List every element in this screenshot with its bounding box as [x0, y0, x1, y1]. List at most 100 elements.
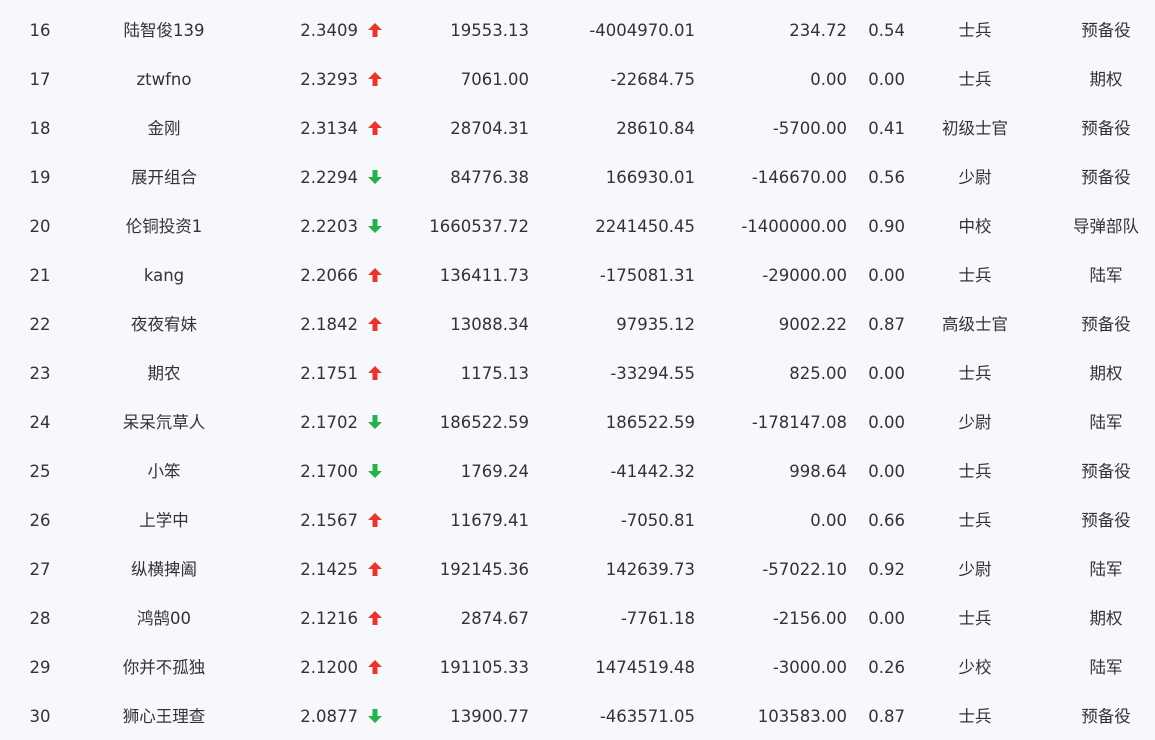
ratio-cell: 0.41: [868, 119, 905, 138]
level-cell: 少尉: [958, 560, 992, 579]
value1-cell: 192145.36: [439, 560, 529, 579]
table-row[interactable]: 22 夜夜宥妹 2.1842 13088.34 97935.12 9002.22 0.87 高…: [0, 300, 1155, 349]
table-row[interactable]: 25 小笨 2.1700 1769.24 -41442.32 998.64 0.00 士兵 预备…: [0, 447, 1155, 496]
level-cell: 士兵: [958, 707, 992, 726]
value2-cell: -463571.05: [599, 707, 695, 726]
ratio-cell: 0.54: [868, 21, 905, 40]
value3-cell: 234.72: [789, 21, 847, 40]
value1-cell: 11679.41: [450, 511, 529, 530]
value1-cell: 84776.38: [450, 168, 529, 187]
value2-cell: 2241450.45: [595, 217, 695, 236]
score-cell: 2.1751: [300, 364, 358, 383]
level-cell: 士兵: [958, 70, 992, 89]
score-cell: 2.1842: [300, 315, 358, 334]
name-cell: 夜夜宥妹: [131, 315, 197, 334]
table-row[interactable]: 26 上学中 2.1567 11679.41 -7050.81 0.00 0.66 士兵 预备役: [0, 496, 1155, 545]
value3-cell: -29000.00: [762, 266, 847, 285]
value2-cell: -41442.32: [610, 462, 695, 481]
value1-cell: 186522.59: [439, 413, 529, 432]
table-row[interactable]: 19 展开组合 2.2294 84776.38 166930.01 -146670.00 0…: [0, 153, 1155, 202]
level-cell: 少校: [958, 658, 992, 677]
table-row[interactable]: 23 期农 2.1751 1175.13 -33294.55 825.00 0.00 士兵 期权: [0, 349, 1155, 398]
team-cell: 预备役: [1081, 315, 1131, 334]
table-row[interactable]: 30 狮心王理查 2.0877 13900.77 -463571.05 103583.00…: [0, 692, 1155, 740]
value1-cell: 28704.31: [450, 119, 529, 138]
value3-cell: 0.00: [810, 511, 847, 530]
ratio-cell: 0.00: [868, 364, 905, 383]
value2-cell: 142639.73: [605, 560, 695, 579]
level-cell: 士兵: [958, 266, 992, 285]
rank-cell: 30: [29, 707, 51, 726]
value2-cell: -33294.55: [610, 364, 695, 383]
rank-cell: 20: [29, 217, 51, 236]
table-row[interactable]: 29 你并不孤独 2.1200 191105.33 1474519.48 -3000.00…: [0, 643, 1155, 692]
score-cell: 2.3293: [300, 70, 358, 89]
value3-cell: -57022.10: [762, 560, 847, 579]
score-cell: 2.1425: [300, 560, 358, 579]
score-cell: 2.2066: [300, 266, 358, 285]
level-cell: 士兵: [958, 462, 992, 481]
table-row[interactable]: 20 伦铜投资1 2.2203 1660537.72 2241450.45 -140000…: [0, 202, 1155, 251]
rank-cell: 29: [29, 658, 51, 677]
ratio-cell: 0.00: [868, 413, 905, 432]
table-row[interactable]: 21 kang 2.2066 136411.73 -175081.31 -29000.00…: [0, 251, 1155, 300]
team-cell: 预备役: [1081, 168, 1131, 187]
rank-cell: 28: [29, 609, 51, 628]
ratio-cell: 0.66: [868, 511, 905, 530]
team-cell: 陆军: [1089, 266, 1123, 285]
rank-cell: 25: [29, 462, 51, 481]
value3-cell: 9002.22: [778, 315, 847, 334]
name-cell: 呆呆氘草人: [122, 413, 206, 432]
value1-cell: 7061.00: [460, 70, 529, 89]
rank-cell: 26: [29, 511, 51, 530]
team-cell: 导弹部队: [1073, 217, 1139, 236]
ratio-cell: 0.56: [868, 168, 905, 187]
value2-cell: 1474519.48: [595, 658, 695, 677]
rank-cell: 17: [29, 70, 51, 89]
level-cell: 高级士官: [942, 315, 1008, 334]
score-cell: 2.1567: [300, 511, 358, 530]
score-cell: 2.1702: [300, 413, 358, 432]
table-row[interactable]: 16 陆智俊139 2.3409 19553.13 -4004970.01 234.72 0…: [0, 6, 1155, 55]
ratio-cell: 0.00: [868, 609, 905, 628]
value2-cell: 166930.01: [605, 168, 695, 187]
level-cell: 少尉: [958, 413, 992, 432]
name-cell: 上学中: [139, 511, 189, 530]
name-cell: 金刚: [147, 119, 181, 138]
table-row[interactable]: 17 ztwfno 2.3293 7061.00 -22684.75 0.00 0.00 士兵…: [0, 55, 1155, 104]
name-cell: 狮心王理查: [122, 707, 206, 726]
table-row[interactable]: 27 纵横捭阖 2.1425 192145.36 142639.73 -57022.10 0…: [0, 545, 1155, 594]
team-cell: 期权: [1089, 364, 1123, 383]
value2-cell: 28610.84: [616, 119, 695, 138]
name-cell: ztwfno: [136, 70, 192, 89]
score-cell: 2.2294: [300, 168, 358, 187]
value2-cell: -22684.75: [610, 70, 695, 89]
table-row[interactable]: 24 呆呆氘草人 2.1702 186522.59 186522.59 -178147.0…: [0, 398, 1155, 447]
name-cell: kang: [143, 266, 185, 285]
level-cell: 中校: [958, 217, 992, 236]
value3-cell: 0.00: [810, 70, 847, 89]
table-row[interactable]: 28 鸿鹄00 2.1216 2874.67 -7761.18 -2156.00 0.00 士…: [0, 594, 1155, 643]
value1-cell: 1769.24: [460, 462, 529, 481]
value3-cell: -146670.00: [751, 168, 847, 187]
name-cell: 纵横捭阖: [131, 560, 197, 579]
name-cell: 小笨: [147, 462, 181, 481]
value1-cell: 19553.13: [450, 21, 529, 40]
ratio-cell: 0.00: [868, 462, 905, 481]
rank-cell: 27: [29, 560, 51, 579]
team-cell: 陆军: [1089, 413, 1123, 432]
team-cell: 期权: [1089, 609, 1123, 628]
team-cell: 预备役: [1081, 119, 1131, 138]
value1-cell: 1175.13: [460, 364, 529, 383]
rank-cell: 21: [29, 266, 51, 285]
score-cell: 2.1200: [300, 658, 358, 677]
value3-cell: -5700.00: [772, 119, 847, 138]
value1-cell: 13088.34: [450, 315, 529, 334]
value3-cell: 825.00: [789, 364, 847, 383]
rank-cell: 22: [29, 315, 51, 334]
ratio-cell: 0.26: [868, 658, 905, 677]
team-cell: 陆军: [1089, 658, 1123, 677]
table-row[interactable]: 18 金刚 2.3134 28704.31 28610.84 -5700.00 0.41 初级…: [0, 104, 1155, 153]
name-cell: 你并不孤独: [122, 658, 206, 677]
level-cell: 士兵: [958, 511, 992, 530]
